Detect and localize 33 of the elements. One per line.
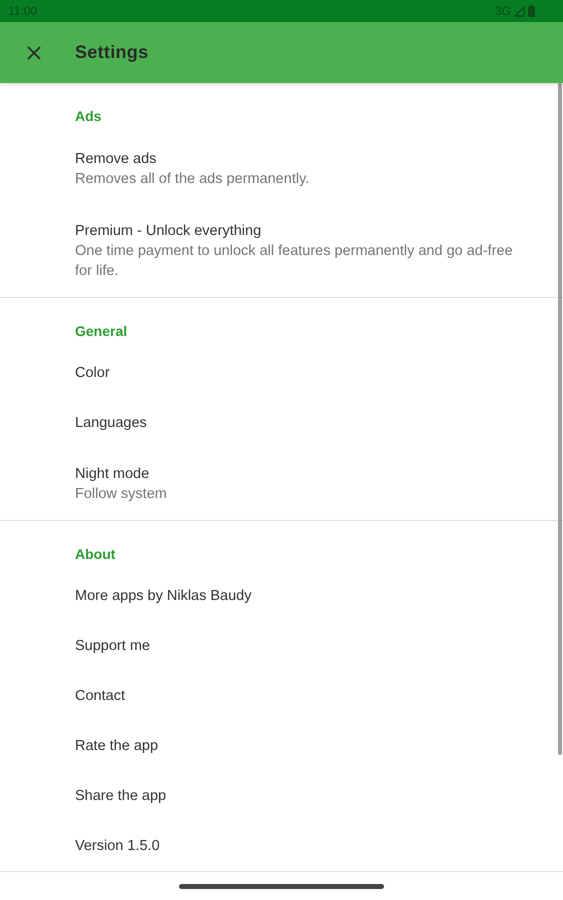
item-title: Remove ads bbox=[75, 150, 158, 169]
screen-title: Settings bbox=[75, 42, 148, 63]
home-indicator[interactable] bbox=[179, 884, 384, 888]
item-title: Color bbox=[75, 364, 111, 383]
item-title: Contact bbox=[75, 687, 126, 706]
item-title: Version 1.5.0 bbox=[75, 837, 161, 856]
item-title: Share the app bbox=[75, 787, 168, 806]
settings-item[interactable]: Share the app bbox=[0, 771, 563, 821]
signal-icon bbox=[514, 6, 525, 16]
item-title: Premium - Unlock everything bbox=[75, 222, 262, 241]
settings-item[interactable]: More apps by Niklas Baudy bbox=[0, 571, 563, 621]
settings-item[interactable]: Night mode Follow system bbox=[0, 448, 563, 520]
section-header: Ads bbox=[74, 107, 102, 126]
item-summary: One time payment to unlock all features permanently and go ad-free for life. bbox=[75, 242, 514, 281]
item-title: More apps by Niklas Baudy bbox=[75, 587, 252, 606]
settings-item[interactable]: Color bbox=[0, 348, 563, 398]
section-header: About bbox=[74, 545, 116, 564]
item-title: Night mode bbox=[75, 465, 150, 484]
battery-icon bbox=[528, 5, 535, 17]
settings-item[interactable]: Rate the app bbox=[0, 721, 563, 771]
item-summary: Follow system bbox=[75, 485, 168, 504]
settings-item[interactable]: Premium - Unlock everything One time payment to unlock all features permanently and go ad-free for life. bbox=[0, 205, 563, 297]
settings-item[interactable]: Languages bbox=[0, 398, 563, 448]
section-header: General bbox=[74, 322, 128, 341]
settings-item[interactable]: Support me bbox=[0, 621, 563, 671]
item-title: Rate the app bbox=[75, 737, 160, 756]
item-summary: Removes all of the ads permanently. bbox=[75, 170, 310, 189]
settings-item[interactable]: Version 1.5.0 bbox=[0, 821, 563, 871]
settings-item[interactable]: Remove ads Removes all of the ads permanently. bbox=[0, 133, 563, 205]
close-icon bbox=[27, 46, 41, 60]
settings-item[interactable]: Contact bbox=[0, 671, 563, 721]
item-title: Languages bbox=[75, 414, 148, 433]
item-title: Support me bbox=[75, 637, 151, 656]
